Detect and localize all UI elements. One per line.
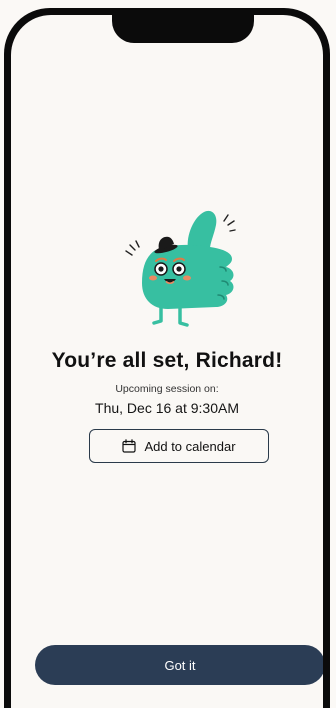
confirmation-title: You’re all set, Richard! [51, 349, 283, 372]
upcoming-session-label: Upcoming session on: [115, 383, 219, 395]
got-it-button[interactable]: Got it [35, 645, 323, 685]
calendar-icon [122, 439, 137, 453]
add-to-calendar-label: Add to calendar [144, 438, 236, 454]
session-datetime: Thu, Dec 16 at 9:30AM [95, 400, 239, 416]
app-screen: You’re all set, Richard! Upcoming sessio… [11, 15, 323, 708]
add-to-calendar-button[interactable]: Add to calendar [89, 429, 269, 463]
page: You’re all set, Richard! Upcoming sessio… [0, 0, 336, 708]
phone-frame: You’re all set, Richard! Upcoming sessio… [4, 8, 330, 708]
got-it-label: Got it [164, 657, 196, 673]
phone-notch [112, 15, 254, 43]
thumbs-up-mascot-illustration [125, 210, 236, 327]
